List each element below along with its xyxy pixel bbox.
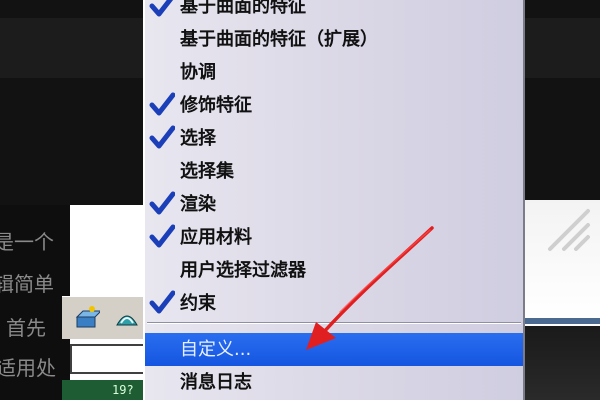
checkmark-icon [149,92,175,116]
checkmark-icon [149,191,175,215]
menu-item-label: 修饰特征 [180,95,252,116]
background-right-strip [520,318,600,324]
menu-item-label: 选择集 [180,161,234,182]
menu-item-surface-based-features-extended[interactable]: 基于曲面的特征（扩展） [145,23,523,56]
menu-item-render[interactable]: 渲染 [145,188,523,221]
menu-item-select[interactable]: 选择 [145,122,523,155]
background-text-1: 是一个 [0,230,54,254]
menu-item-cosmetic-features[interactable]: 修饰特征 [145,89,523,122]
background-right-dark [520,326,600,400]
menu-item-label: 协调 [180,62,216,83]
toolbar [62,296,148,339]
menu-item-selection-sets[interactable]: 选择集 [145,155,523,188]
menu-item-user-selection-filter[interactable]: 用户选择过滤器 [145,254,523,287]
background-text-4: 适用处 [0,356,56,380]
menu-item-label: 基于曲面的特征（扩展） [180,29,378,50]
menu-item-constraints[interactable]: 约束 [145,287,523,320]
apply-material-icon[interactable] [74,305,100,331]
menu-item-label: 消息日志 [180,372,252,393]
background-text-2: 辑简单 [0,272,54,296]
checkmark-icon [149,224,175,248]
menu-item-label: 自定义... [180,339,252,360]
background-text-3: 首先 [6,316,46,340]
checkmark-icon [149,0,174,17]
menu-item-label: 渲染 [180,194,216,215]
status-strip: 19? [62,380,148,400]
menu-item-label: 基于曲面的特征 [180,0,306,17]
menu-item-reconcile[interactable]: 协调 [145,56,523,89]
menu-item-apply-material[interactable]: 应用材料 [145,221,523,254]
menu-item-surface-based-features[interactable]: 基于曲面的特征 [145,0,523,23]
watermark-icon [548,209,590,251]
checkmark-icon [149,125,175,149]
screenshot-stage: 是一个 辑简单 首先 适用处 19? 基于曲面的特征 基于曲面的特征（扩展） 协… [0,0,600,400]
menu-item-label: 约束 [180,293,216,314]
toolbar-context-menu: 基于曲面的特征 基于曲面的特征（扩展） 协调 修饰特征 选择 选择集 渲染 应用… [143,0,525,400]
menu-separator [147,322,521,324]
menu-item-customize[interactable]: 自定义... [145,333,523,366]
menu-item-message-log[interactable]: 消息日志 [145,366,523,399]
checkmark-icon [149,290,175,314]
menu-item-label: 选择 [180,128,216,149]
toolbar-input-field[interactable] [70,344,148,374]
menu-item-label: 应用材料 [180,227,252,248]
menu-item-label: 用户选择过滤器 [180,260,306,281]
render-icon[interactable] [114,305,140,331]
